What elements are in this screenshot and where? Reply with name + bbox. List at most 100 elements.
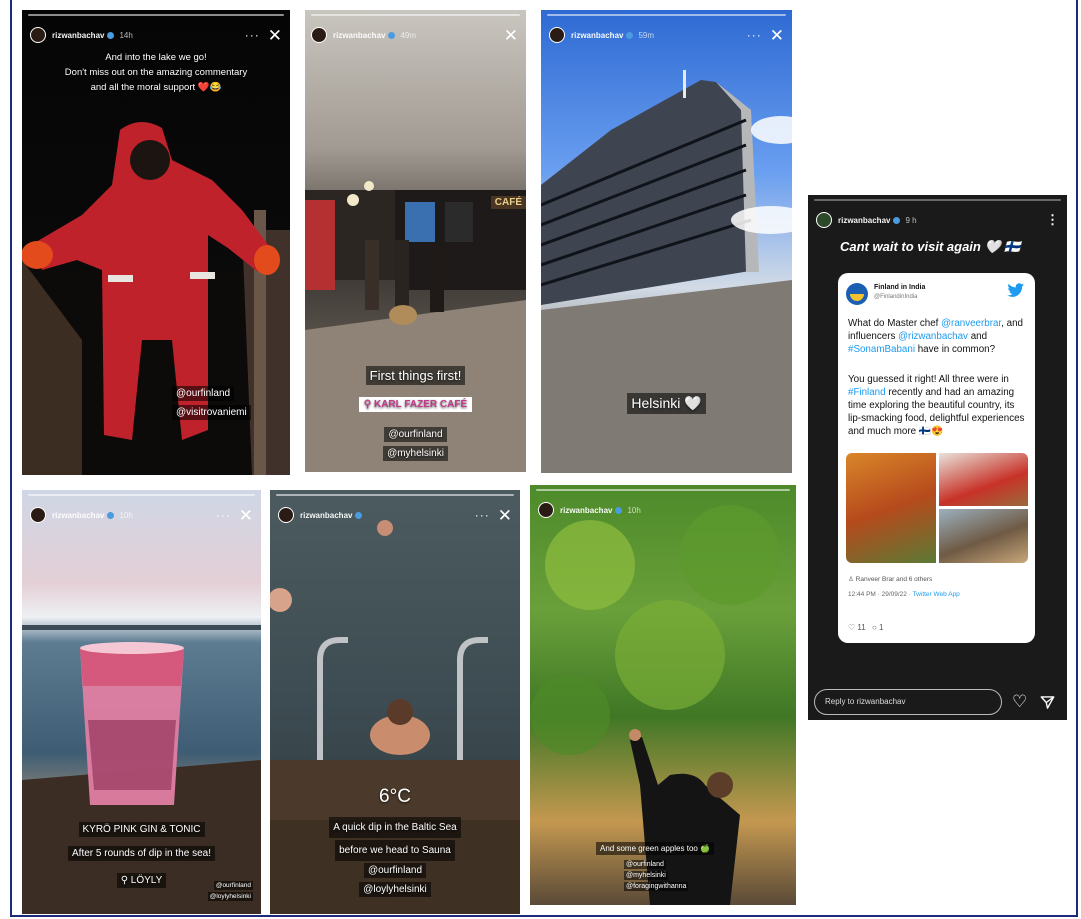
tweet-text-paragraph-2: You guessed it right! All three were in … (848, 374, 1025, 437)
username[interactable]: rizwanbachav (560, 506, 612, 515)
reply-icon[interactable]: ♡ (848, 623, 855, 632)
mention-tag[interactable]: @ourfinland (624, 860, 666, 869)
drink-label: KYRÖ PINK GIN & TONIC (22, 819, 261, 838)
tweet-photo[interactable] (939, 453, 1028, 506)
more-icon[interactable]: ⋮ (1046, 212, 1059, 228)
story-gin-tonic[interactable]: rizwanbachav 10h ··· ✕ KYRÖ PINK GIN & T… (22, 490, 261, 914)
story-green-apples[interactable]: rizwanbachav 10h And some green apples t… (530, 485, 796, 905)
more-icon[interactable]: ··· (475, 508, 490, 522)
username[interactable]: rizwanbachav (571, 31, 623, 40)
mention-tag[interactable]: @myhelsinki (383, 446, 448, 461)
cafe-sign: CAFÉ (490, 196, 526, 209)
story-caption: And into the lake we go! Don't miss out … (64, 52, 248, 93)
mention-link[interactable]: @ranveerbrar (941, 318, 1001, 329)
avatar[interactable] (816, 212, 832, 228)
reply-input[interactable]: Reply to rizwanbachav (814, 689, 1002, 715)
avatar[interactable] (538, 502, 554, 518)
avatar[interactable] (30, 27, 46, 43)
username[interactable]: rizwanbachav (52, 511, 104, 520)
tweet-actions: ♡ 11 ○ 1 (848, 623, 884, 632)
mention-tag[interactable]: @ourfinland (172, 386, 235, 401)
more-icon[interactable]: ··· (216, 508, 231, 522)
mention-tags: @ourfinland @visitrovaniemi (172, 383, 251, 421)
close-icon[interactable]: ✕ (498, 507, 512, 524)
mention-tag[interactable]: @myhelsinki (624, 871, 668, 880)
verified-badge-icon (615, 506, 623, 514)
mention-tag[interactable]: @visitrovaniemi (172, 405, 251, 420)
verified-badge-icon (893, 216, 901, 224)
mention-tag[interactable]: @ourfinland (213, 881, 253, 890)
avatar[interactable] (278, 507, 294, 523)
progress-bar (28, 494, 255, 496)
story-baltic-dip[interactable]: rizwanbachav ··· ✕ 6°C A quick dip in th… (270, 490, 520, 914)
progress-bar (814, 199, 1061, 201)
story-header: rizwanbachav ··· ✕ (278, 504, 512, 526)
story-cafe[interactable]: CAFÉ rizwanbachav 49m ✕ First things fir… (305, 10, 526, 472)
person-icon: ♙ (848, 576, 856, 583)
send-icon[interactable] (1040, 695, 1055, 710)
hashtag-link[interactable]: #Finland (848, 387, 886, 398)
mention-tags: @ourfinland @myhelsinki (305, 424, 526, 462)
timestamp: 10h (119, 510, 133, 520)
tweet-avatar (846, 283, 868, 305)
more-icon[interactable]: ··· (245, 28, 260, 42)
location-pin-icon: ⚲ (363, 399, 374, 410)
username[interactable]: rizwanbachav (52, 31, 104, 40)
progress-bar (276, 494, 514, 496)
story-header: rizwanbachav 10h (538, 499, 788, 521)
username[interactable]: rizwanbachav (300, 511, 352, 520)
comment-icon[interactable]: ○ (872, 623, 877, 632)
mention-tag[interactable]: @loylyhelsinki (207, 892, 253, 901)
reply-placeholder: Reply to rizwanbachav (825, 697, 906, 706)
verified-badge-icon (388, 31, 396, 39)
tweet-photo[interactable] (939, 509, 1028, 563)
story-header: rizwanbachav 10h ··· ✕ (30, 504, 253, 526)
progress-bar (536, 489, 790, 491)
mention-tags: @ourfinland @loylyhelsinki (207, 880, 253, 902)
close-icon[interactable]: ✕ (504, 27, 518, 44)
tweet-photo[interactable] (846, 453, 936, 563)
location-pin-icon: ⚲ (120, 875, 131, 886)
story-tweet-share[interactable]: rizwanbachav 9 h ⋮ Cant wait to visit ag… (808, 195, 1067, 720)
avatar[interactable] (311, 27, 327, 43)
close-icon[interactable]: ✕ (770, 27, 784, 44)
mention-tag[interactable]: @ourfinland (363, 863, 427, 878)
mention-tag[interactable]: @loylyhelsinki (359, 882, 431, 897)
progress-bar (311, 14, 520, 16)
mention-tag[interactable]: @ourfinland (384, 427, 447, 442)
location-sticker[interactable]: ⚲ KARL FAZER CAFÉ (305, 394, 526, 412)
mention-tags: @ourfinland @loylyhelsinki (270, 860, 520, 898)
avatar[interactable] (30, 507, 46, 523)
avatar[interactable] (549, 27, 565, 43)
story-caption: And some green apples too 🍏 (596, 838, 715, 856)
story-caption: Helsinki 🤍 (541, 392, 792, 415)
mention-tag[interactable]: @foragingwithanna (624, 882, 689, 891)
story-helsinki[interactable]: rizwanbachav 59m ··· ✕ Helsinki 🤍 (541, 10, 792, 473)
timestamp: 9 h (905, 215, 917, 225)
story-caption: First things first! (305, 365, 526, 386)
more-icon[interactable]: ··· (747, 28, 762, 42)
timestamp: 10h (627, 505, 641, 515)
story-caption: After 5 rounds of dip in the sea! (22, 843, 261, 862)
story-header: rizwanbachav 14h ··· ✕ (30, 24, 282, 46)
username[interactable]: rizwanbachav (333, 31, 385, 40)
timestamp: 59m (638, 30, 655, 40)
hashtag-link[interactable]: #SonamBabani (848, 344, 915, 355)
progress-bar (547, 14, 786, 16)
heart-icon[interactable]: ♡ (1012, 692, 1027, 712)
username[interactable]: rizwanbachav (838, 216, 890, 225)
progress-bar (28, 14, 284, 16)
verified-badge-icon (626, 31, 634, 39)
tweet-text-paragraph-1: What do Master chef @ranveerbrar, and in… (848, 318, 1023, 355)
tweet-author-name: Finland in India (874, 284, 926, 291)
story-header: rizwanbachav 9 h ⋮ (816, 209, 1059, 231)
temperature-label: 6°C (379, 786, 411, 807)
tweet-author-handle: @FinlandinIndia (874, 294, 918, 300)
story-lake-suit[interactable]: rizwanbachav 14h ··· ✕ And into the lake… (22, 10, 290, 475)
close-icon[interactable]: ✕ (268, 27, 282, 44)
tweet-image-grid[interactable] (846, 453, 1028, 563)
tweet-card[interactable]: Finland in India @FinlandinIndia What do… (838, 273, 1035, 643)
verified-badge-icon (107, 511, 115, 519)
mention-link[interactable]: @rizwanbachav (898, 331, 968, 342)
close-icon[interactable]: ✕ (239, 507, 253, 524)
